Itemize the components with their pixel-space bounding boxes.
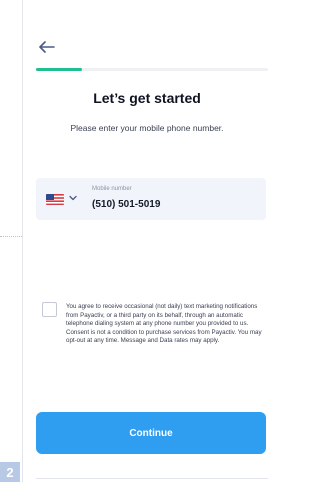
consent-checkbox[interactable] xyxy=(42,302,57,317)
phone-field-label: Mobile number xyxy=(92,186,132,192)
arrow-left-icon xyxy=(39,41,55,53)
phone-screen xyxy=(22,0,273,482)
page-title: Let’s get started xyxy=(93,90,201,106)
phone-field-value[interactable]: (510) 501-5019 xyxy=(92,199,160,210)
connector-line xyxy=(0,236,22,237)
chevron-down-icon[interactable] xyxy=(67,192,79,204)
bottom-divider xyxy=(36,478,268,479)
step-badge: 2 xyxy=(0,462,20,482)
continue-button[interactable]: Continue xyxy=(36,412,266,454)
back-button[interactable] xyxy=(36,36,58,58)
page-subtitle: Please enter your mobile phone number. xyxy=(70,123,224,133)
phone-number-field[interactable]: Mobile number (510) 501-5019 xyxy=(36,178,266,220)
us-flag-icon[interactable] xyxy=(46,194,64,205)
consent-text: You agree to receive occasional (not dai… xyxy=(66,303,262,345)
progress-bar-fill xyxy=(36,68,83,71)
progress-bar xyxy=(36,68,268,71)
